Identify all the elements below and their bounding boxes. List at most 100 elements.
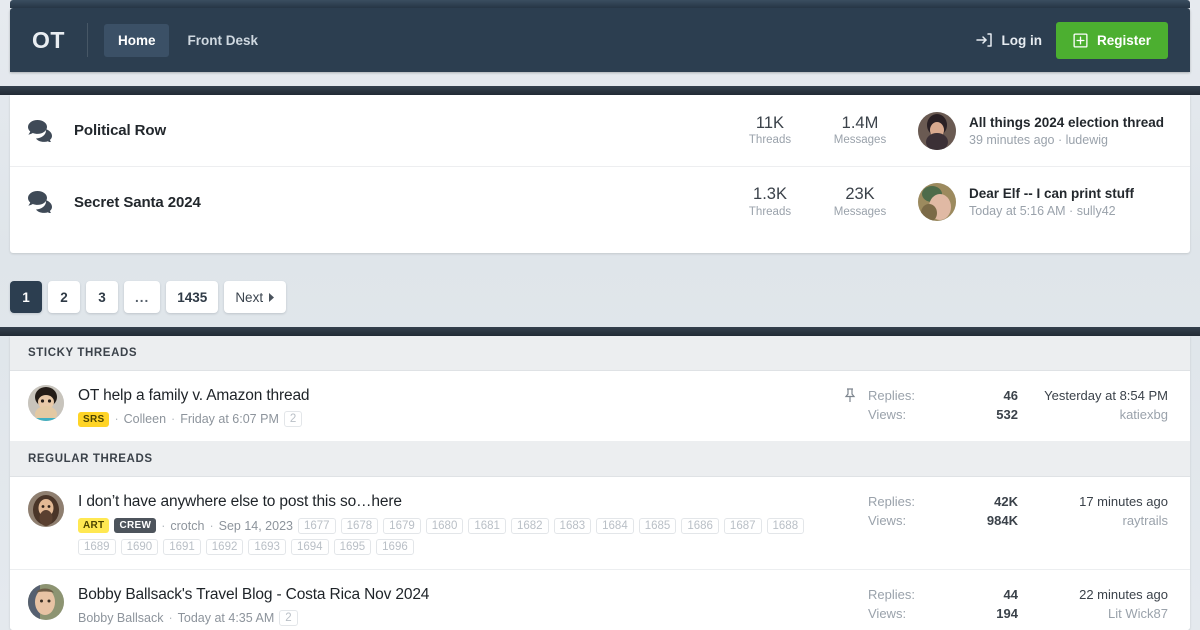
messages-count: 23K: [845, 185, 875, 204]
last-post-time[interactable]: 22 minutes ago: [1018, 586, 1168, 605]
last-post-title[interactable]: All things 2024 election thread: [969, 115, 1164, 130]
thread-page-link[interactable]: 1682: [510, 517, 549, 534]
last-post-time[interactable]: 17 minutes ago: [1018, 493, 1168, 512]
last-post-meta: Today at 5:16 AM · sully42: [969, 204, 1116, 218]
avatar[interactable]: [28, 583, 64, 620]
table-row[interactable]: Bobby Ballsack's Travel Blog - Costa Ric…: [10, 569, 1190, 630]
avatar[interactable]: [28, 491, 64, 528]
views-label: Views:: [868, 406, 907, 422]
thread-page-link[interactable]: 2: [283, 411, 303, 428]
thread-page-link[interactable]: 2: [279, 610, 298, 627]
thread-page-link[interactable]: 1684: [596, 517, 634, 534]
threads-label: Threads: [748, 205, 792, 218]
pagination: 1 2 3 ... 1435 Next: [10, 281, 287, 313]
replies-line: Replies: 42K: [868, 493, 1018, 512]
thread-page-link[interactable]: 1688: [766, 517, 805, 534]
messages-label: Messages: [833, 205, 887, 218]
thread-body: OT help a family v. Amazon thread SRS · …: [78, 385, 310, 428]
last-post-title[interactable]: Dear Elf -- I can print stuff: [969, 186, 1134, 201]
nav-item-home[interactable]: Home: [103, 23, 170, 57]
meta-separator: ·: [209, 518, 214, 533]
thread-page-link[interactable]: 1686: [681, 517, 719, 534]
thread-page-link[interactable]: 1691: [163, 538, 201, 555]
thread-page-link[interactable]: 1696: [376, 538, 414, 555]
thread-author[interactable]: Colleen: [124, 412, 166, 426]
replies-line: Replies: 44: [868, 586, 1018, 605]
thread-badge-srs[interactable]: SRS: [78, 411, 110, 427]
thread-page-link[interactable]: 1692: [205, 538, 244, 555]
views-line: Views: 984K: [868, 512, 1018, 531]
forum-node-row[interactable]: Secret Santa 2024 1.3K Threads 23K Messa…: [10, 166, 1190, 237]
log-in-label: Log in: [1001, 32, 1042, 48]
thread-main: Bobby Ballsack's Travel Blog - Costa Ric…: [28, 583, 844, 627]
views-label: Views:: [868, 605, 907, 621]
thread-author[interactable]: crotch: [170, 519, 204, 533]
thread-badge-crew[interactable]: CREW: [114, 518, 157, 534]
forum-node-title[interactable]: Secret Santa 2024: [74, 194, 201, 211]
thread-page-link[interactable]: 1681: [468, 517, 506, 534]
page-button-last[interactable]: 1435: [166, 281, 219, 313]
thread-page-link[interactable]: 1689: [78, 538, 116, 555]
last-post-user[interactable]: Lit Wick87: [1018, 605, 1168, 624]
thread-title[interactable]: OT help a family v. Amazon thread: [78, 386, 310, 405]
forum-node-stats: 1.3K Threads 23K Messages: [742, 184, 888, 220]
thread-page-link[interactable]: 1680: [425, 517, 464, 534]
thread-date: Friday at 6:07 PM: [180, 412, 279, 427]
avatar[interactable]: [28, 385, 64, 421]
thread-author[interactable]: Bobby Ballsack: [78, 611, 163, 625]
thread-title[interactable]: Bobby Ballsack's Travel Blog - Costa Ric…: [78, 585, 429, 604]
thread-page-link[interactable]: 1677: [297, 517, 336, 534]
site-logo[interactable]: OT: [32, 27, 65, 54]
thread-page-link[interactable]: 1693: [248, 538, 286, 555]
forum-node-row[interactable]: Political Row 11K Threads 1.4M Messages: [10, 95, 1190, 166]
forum-node-stats: 11K Threads 1.4M Messages: [742, 113, 888, 149]
thread-list: STICKY THREADS OT help a family v. Amazo…: [10, 336, 1190, 630]
views-line: Views: 194: [868, 605, 1018, 624]
thread-page-link[interactable]: 1694: [290, 538, 329, 555]
threads-count: 1.3K: [753, 185, 787, 204]
regular-threads-header: REGULAR THREADS: [10, 442, 1190, 478]
forum-node-title[interactable]: Political Row: [74, 122, 166, 139]
views-label: Views:: [868, 513, 907, 529]
avatar[interactable]: [918, 111, 956, 150]
last-post-user[interactable]: raytrails: [1018, 512, 1168, 531]
page-button-1[interactable]: 1: [10, 281, 42, 313]
thread-page-link[interactable]: 1690: [120, 538, 159, 555]
thread-right: Replies: 46 Views: 532 Yesterday at 8:54…: [844, 385, 1168, 427]
chevron-right-icon: [268, 290, 275, 305]
plus-square-icon: [1073, 32, 1088, 48]
nav-divider: [86, 23, 88, 57]
thread-counts: Replies: 44 Views: 194: [868, 584, 1018, 624]
comments-icon: [28, 119, 74, 142]
next-page-button[interactable]: Next: [224, 281, 287, 313]
log-in-button[interactable]: Log in: [976, 32, 1042, 48]
table-row[interactable]: OT help a family v. Amazon thread SRS · …: [10, 371, 1190, 443]
thread-page-link[interactable]: 1683: [553, 517, 592, 534]
thread-page-link[interactable]: 1687: [723, 517, 762, 534]
threads-stat: 11K Threads: [742, 113, 798, 149]
threads-stat: 1.3K Threads: [742, 184, 798, 220]
avatar[interactable]: [918, 183, 956, 221]
thread-title[interactable]: I don’t have anywhere else to post this …: [78, 492, 844, 511]
page-button-3[interactable]: 3: [86, 281, 118, 313]
meta-separator: ·: [161, 518, 166, 533]
pin-placeholder: [844, 491, 868, 494]
nav-item-front-desk[interactable]: Front Desk: [173, 24, 272, 57]
last-post-user[interactable]: katiexbg: [1018, 406, 1168, 425]
thread-main: OT help a family v. Amazon thread SRS · …: [28, 385, 844, 428]
sticky-threads-header: STICKY THREADS: [10, 336, 1190, 371]
thread-last-post: 22 minutes ago Lit Wick87: [1018, 584, 1168, 624]
views-value: 532: [996, 406, 1018, 422]
thread-page-link[interactable]: 1685: [638, 517, 677, 534]
forum-section-header-bar: [0, 86, 1200, 95]
last-post-time[interactable]: Yesterday at 8:54 PM: [1018, 387, 1168, 406]
meta-separator: ·: [114, 412, 119, 427]
thread-page-link[interactable]: 1678: [340, 517, 379, 534]
thread-badge-art[interactable]: ART: [78, 518, 110, 534]
table-row[interactable]: I don’t have anywhere else to post this …: [10, 477, 1190, 570]
messages-stat: 23K Messages: [832, 184, 888, 220]
thread-page-link[interactable]: 1695: [333, 538, 372, 555]
thread-page-link[interactable]: 1679: [383, 517, 421, 534]
page-button-2[interactable]: 2: [48, 281, 80, 313]
register-button[interactable]: Register: [1055, 21, 1168, 59]
